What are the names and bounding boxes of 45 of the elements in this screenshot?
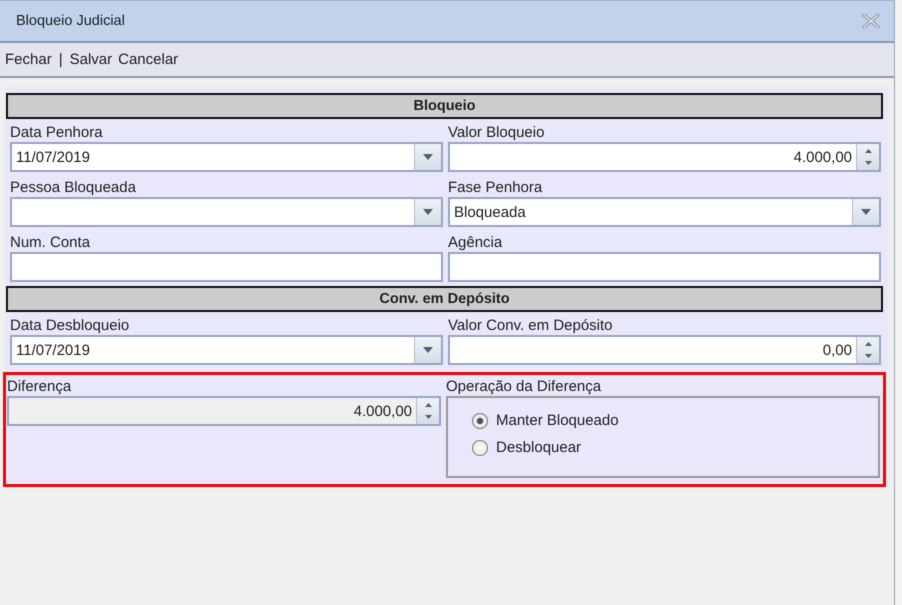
input-field[interactable] [448, 252, 881, 282]
dropdown-field[interactable]: 11/07/2019 [10, 335, 443, 365]
section-header: Bloqueio [6, 93, 883, 119]
caret-icon [423, 347, 433, 353]
up-down-icon [424, 401, 432, 421]
option-label: Desbloquear [496, 439, 582, 456]
dropdown-button[interactable] [852, 199, 879, 225]
field-label: Num. Conta [10, 233, 92, 252]
field-label: Data Penhora [10, 123, 104, 142]
input-field[interactable] [10, 252, 443, 282]
field-label: Valor Conv. em Depósito [448, 316, 614, 335]
field-label: Operação da Diferença [446, 377, 602, 396]
toolbar-link[interactable]: Salvar [70, 51, 112, 68]
spinner-button[interactable] [856, 144, 879, 170]
dropdown-field[interactable]: 11/07/2019 [10, 142, 443, 172]
field-label: Valor Bloqueio [448, 123, 546, 142]
radio-button[interactable] [472, 412, 488, 428]
radio-option[interactable]: Desbloquear [472, 439, 878, 456]
spinner-button[interactable] [856, 337, 879, 363]
field-label: Data Desbloqueio [10, 316, 130, 335]
dropdown-field[interactable]: Bloqueada [448, 197, 881, 227]
up-down-icon [864, 147, 872, 167]
field-label: Pessoa Bloqueada [10, 178, 137, 197]
option-label: Manter Bloqueado [496, 412, 619, 429]
toolbar-link[interactable]: Fechar [5, 51, 52, 68]
up-down-icon [864, 340, 872, 360]
dropdown-button[interactable] [414, 337, 441, 363]
radio-option[interactable]: Manter Bloqueado [472, 412, 878, 429]
field-label: Agência [448, 233, 504, 252]
number-field[interactable]: 4.000,00 [448, 142, 881, 172]
radio-button[interactable] [472, 440, 488, 456]
close-icon[interactable] [862, 14, 880, 28]
field-label: Fase Penhora [448, 178, 544, 197]
dropdown-button[interactable] [414, 199, 441, 225]
section-header: Conv. em Depósito [6, 286, 883, 312]
dropdown-button[interactable] [414, 144, 441, 170]
number-field[interactable]: 0,00 [448, 335, 881, 365]
caret-icon [423, 154, 433, 160]
caret-icon [861, 209, 871, 215]
caret-icon [423, 209, 433, 215]
field-label: Diferença [7, 377, 72, 396]
window-title: Bloqueio Judicial [16, 13, 125, 29]
dropdown-field[interactable] [10, 197, 443, 227]
separator: | [58, 51, 64, 68]
toolbar-link[interactable]: Cancelar [118, 51, 178, 68]
